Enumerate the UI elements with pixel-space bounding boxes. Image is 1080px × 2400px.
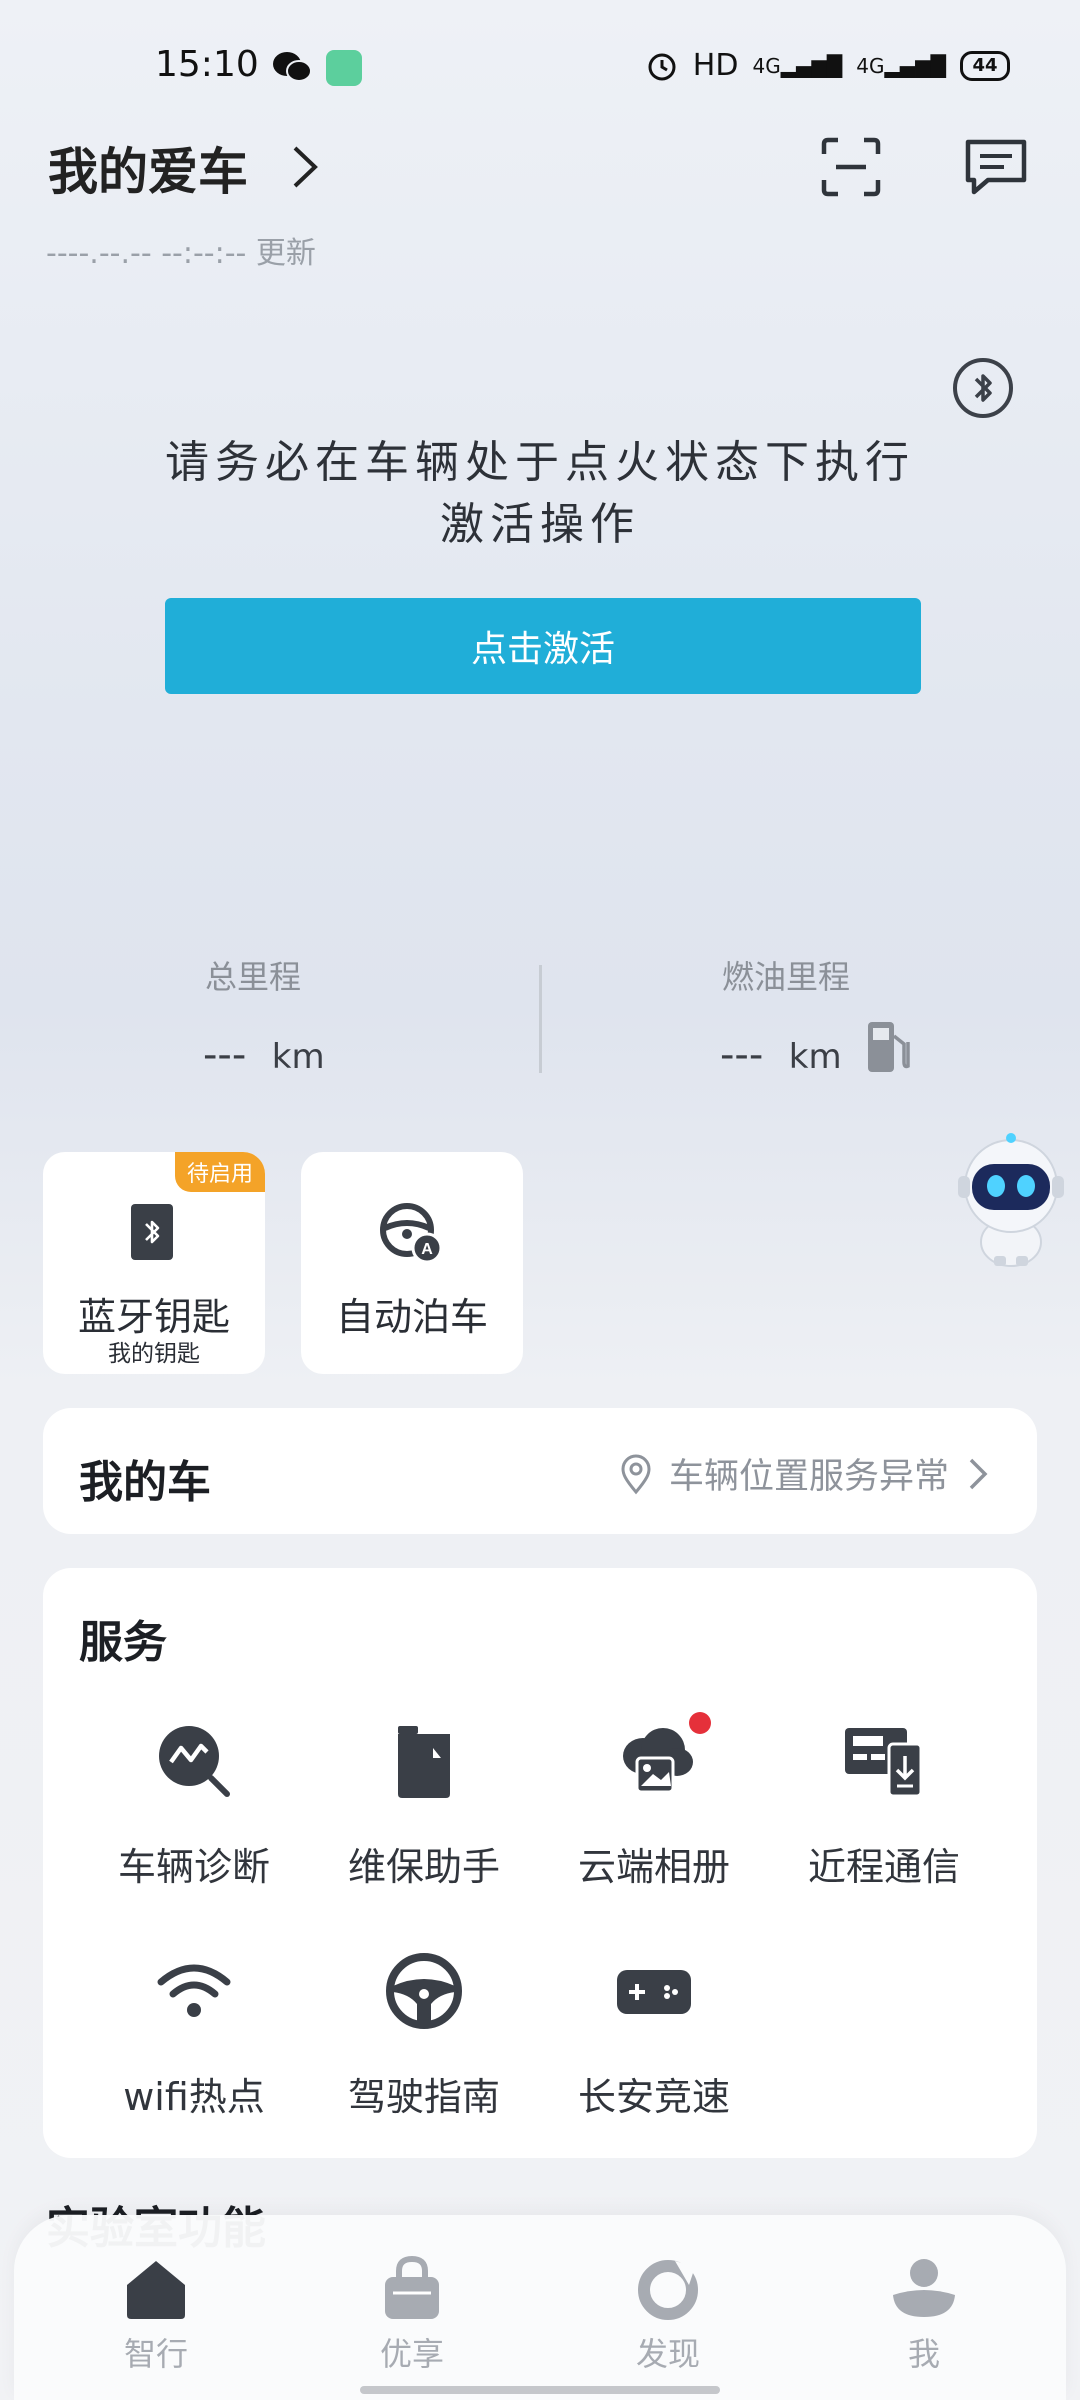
total-mileage-label: 总里程 — [205, 958, 302, 996]
bottom-tab-bar: 智行 优享 发现 我 — [14, 2215, 1066, 2400]
location-pin-icon — [621, 1454, 651, 1494]
service-wifi-hotspot[interactable]: wifi热点 — [79, 1948, 309, 2121]
service-changan-racing[interactable]: 长安竞速 — [539, 1948, 769, 2121]
cloud-album-icon — [623, 1728, 693, 1794]
auto-parking-icon: A — [380, 1203, 443, 1264]
service-label: 维保助手 — [347, 1845, 500, 1889]
auto-parking-tile[interactable]: A 自动泊车 — [301, 1152, 523, 1374]
activation-notice: 请务必在车辆处于点火状态下执行激活操作 — [165, 437, 915, 550]
service-label: 近程通信 — [807, 1845, 960, 1889]
maintenance-icon — [398, 1726, 450, 1798]
tab-profile[interactable]: 我 — [844, 2255, 1004, 2375]
service-short-range-comm[interactable]: 近程通信 — [769, 1718, 999, 1891]
location-status-text: 车辆位置服务异常 — [668, 1457, 949, 1497]
service-maintenance-assistant[interactable]: 维保助手 — [309, 1718, 539, 1891]
steering-wheel-icon — [386, 1953, 462, 2029]
tab-label: 我 — [907, 2335, 940, 2373]
bag-icon — [385, 2255, 439, 2319]
service-label: 驾驶指南 — [347, 2075, 500, 2119]
tab-label: 智行 — [123, 2335, 188, 2373]
status-bar: 15:10 HD 4G▂▄▆█ 4G▂▄▆█ 44 — [0, 0, 1080, 130]
bluetooth-key-label: 蓝牙钥匙 — [77, 1295, 230, 1339]
my-car-title: 我的车 — [79, 1457, 211, 1508]
my-car-card[interactable]: 我的车 车辆位置服务异常 — [43, 1408, 1037, 1534]
page-title[interactable]: 我的爱车 — [48, 132, 248, 204]
service-label: 长安竞速 — [577, 2075, 730, 2119]
signal-1: 4G▂▄▆█ — [752, 53, 843, 78]
scan-icon[interactable] — [820, 136, 882, 198]
mileage-divider — [539, 965, 542, 1073]
tab-label: 优享 — [379, 2335, 444, 2373]
wifi-icon — [157, 1964, 231, 2017]
signal-2: 4G▂▄▆█ — [856, 53, 946, 78]
tab-benefits[interactable]: 优享 — [332, 2255, 492, 2375]
battery-icon: 44 — [960, 50, 1010, 81]
discover-icon — [638, 2260, 698, 2320]
service-cloud-album[interactable]: 云端相册 — [539, 1712, 769, 1891]
assistant-robot-icon[interactable] — [952, 1130, 1070, 1268]
fuel-pump-icon — [868, 1022, 910, 1072]
vehicle-location-status[interactable]: 车辆位置服务异常 — [619, 1448, 991, 1499]
svg-text:A: A — [421, 1241, 433, 1258]
pending-badge: 待启用 — [174, 1152, 265, 1192]
service-driving-guide[interactable]: 驾驶指南 — [309, 1948, 539, 2121]
service-label: 车辆诊断 — [117, 1845, 270, 1889]
fuel-mileage-label: 燃油里程 — [722, 958, 851, 996]
activate-button[interactable]: 点击激活 — [165, 598, 921, 694]
fuel-mileage-value: --- km — [720, 1032, 842, 1078]
profile-icon — [893, 2259, 955, 2317]
alarm-icon — [648, 53, 676, 80]
nfc-icon — [845, 1728, 923, 1798]
service-label: wifi热点 — [123, 2075, 265, 2119]
chevron-right-icon — [969, 1458, 988, 1489]
phone-call-icon — [326, 50, 362, 86]
auto-parking-label: 自动泊车 — [335, 1295, 488, 1339]
gamepad-icon — [617, 1970, 691, 2014]
tab-label: 发现 — [635, 2335, 700, 2373]
bluetooth-key-icon — [131, 1204, 173, 1260]
services-title: 服务 — [79, 1617, 167, 1668]
tab-smart-travel[interactable]: 智行 — [76, 2255, 236, 2375]
bluetooth-icon[interactable] — [953, 358, 1013, 418]
home-icon — [127, 2261, 185, 2319]
service-label: 云端相册 — [577, 1845, 730, 1889]
chevron-right-icon[interactable] — [285, 142, 325, 192]
service-vehicle-diagnosis[interactable]: 车辆诊断 — [79, 1718, 309, 1891]
message-icon[interactable] — [962, 136, 1030, 198]
bluetooth-key-sub: 我的钥匙 — [108, 1341, 200, 1367]
bluetooth-key-tile[interactable]: 待启用 蓝牙钥匙 我的钥匙 — [43, 1152, 265, 1374]
home-indicator[interactable] — [360, 2386, 720, 2394]
new-dot-badge — [689, 1712, 711, 1734]
update-time: ----.--.-- --:--:-- 更新 — [46, 236, 316, 271]
status-indicators: HD 4G▂▄▆█ 4G▂▄▆█ 44 — [645, 48, 1010, 83]
tab-discover[interactable]: 发现 — [588, 2255, 748, 2375]
network-hd: HD — [692, 48, 739, 83]
wechat-icon — [273, 52, 312, 82]
services-card: 服务 车辆诊断 维保助手 云端相册 近程通信 wifi热点 驾驶指南 长安竞速 — [43, 1568, 1037, 2158]
diagnosis-icon — [159, 1726, 230, 1797]
total-mileage-value: --- km — [203, 1032, 325, 1078]
status-time: 15:10 — [155, 44, 259, 85]
